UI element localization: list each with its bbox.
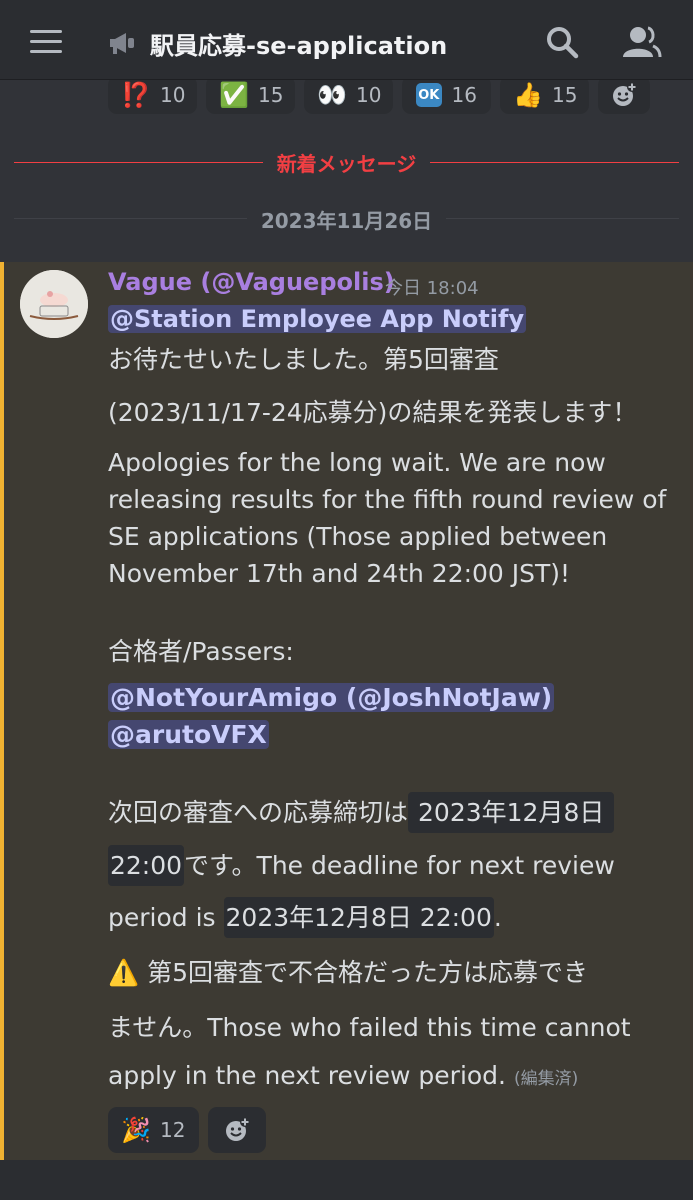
message-timestamp: 今日 18:04 [385, 278, 479, 299]
deadline-line3-suffix: . [493, 903, 502, 932]
eyes-icon: 👀 [317, 81, 347, 109]
reaction-interrobang[interactable]: ⁉️ 10 [108, 76, 197, 114]
deadline-prefix: 次回の審査への応募締切は [108, 798, 409, 827]
ok-button-icon: OK [416, 83, 442, 107]
add-reaction-button[interactable] [208, 1107, 266, 1153]
reaction-thumbs-up[interactable]: 👍 15 [500, 76, 589, 114]
deadline-mid: です。The deadline for next review [184, 851, 615, 880]
message-reactions: 🎉 12 [108, 1107, 266, 1153]
reaction-eyes[interactable]: 👀 10 [304, 76, 393, 114]
deadline-line-1: 次回の審査への応募締切は 2023年12月8日 [108, 792, 615, 833]
channel-header: 駅員応募-se-application [0, 0, 693, 80]
thumbs-up-icon: 👍 [513, 81, 543, 109]
warning-text-jp: 第5回審査で不合格だった方は応募でき [147, 958, 589, 987]
user-mention[interactable]: @arutoVFX [108, 720, 269, 749]
message-text-jp2: (2023/11/17-24応募分)の結果を発表します！ [108, 398, 638, 427]
members-icon[interactable] [620, 24, 662, 60]
avatar[interactable] [20, 270, 88, 338]
reaction-count: 12 [160, 1118, 186, 1142]
add-reaction-button[interactable] [598, 76, 650, 114]
reaction-count: 15 [258, 83, 284, 107]
hamburger-icon[interactable] [30, 30, 64, 54]
warning-line-2: ません。Those who failed this time cannot [108, 1013, 631, 1042]
warning-line-3: apply in the next review period. (編集済) [108, 1061, 578, 1090]
party-popper-icon: 🎉 [121, 1116, 151, 1144]
message-text-jp1: お待たせいたしました。第5回審査 [108, 345, 499, 374]
new-messages-divider: 新着メッセージ [0, 148, 693, 177]
warning-line-1: ⚠️ 第5回審査で不合格だった方は応募でき [108, 953, 588, 989]
user-mention[interactable]: @NotYourAmigo (@JoshNotJaw) [108, 683, 555, 712]
edited-label: (編集済) [513, 1069, 579, 1089]
deadline-date-code: 2023年12月8日 [408, 792, 615, 833]
reaction-check[interactable]: ✅ 15 [206, 76, 295, 114]
date-label: 2023年11月26日 [246, 209, 447, 233]
deadline-line-3: period is 2023年12月8日 22:00. [108, 897, 502, 938]
role-mention-line: @Station Employee App Notify [108, 305, 527, 333]
reaction-count: 16 [451, 83, 477, 107]
message-text-en2: releasing results for the fifth round re… [108, 485, 667, 514]
deadline-time-code: 22:00 [108, 845, 185, 886]
warning-icon: ⚠️ [108, 958, 140, 987]
search-icon[interactable] [544, 24, 580, 60]
message-author[interactable]: Vague (@Vaguepolis) [108, 268, 395, 296]
passers-label: 合格者/Passers: [108, 637, 294, 666]
bottom-bar [0, 1160, 693, 1200]
check-mark-icon: ✅ [219, 81, 249, 109]
megaphone-icon [110, 33, 134, 54]
message-text-en1: Apologies for the long wait. We are now [108, 448, 606, 477]
new-messages-label: 新着メッセージ [262, 152, 431, 176]
message-text-en4: November 17th and 24th 22:00 JST)! [108, 559, 571, 588]
add-reaction-icon [613, 82, 637, 106]
channel-name: 駅員応募-se-application [150, 32, 448, 60]
interrobang-icon: ⁉️ [121, 81, 151, 109]
deadline-line3-prefix: period is [108, 903, 224, 932]
passer-mention-line-1: @NotYourAmigo (@JoshNotJaw) [108, 683, 555, 712]
date-divider: 2023年11月26日 [0, 205, 693, 234]
message-text-en3: SE applications (Those applied between [108, 522, 608, 551]
add-reaction-icon [226, 1117, 250, 1141]
avatar-image [20, 270, 88, 338]
passer-mention-line-2: @arutoVFX [108, 720, 269, 749]
reaction-count: 10 [356, 83, 382, 107]
reaction-party-popper[interactable]: 🎉 12 [108, 1107, 199, 1153]
deadline-datetime-code: 2023年12月8日 22:00 [223, 897, 494, 938]
reaction-count: 10 [160, 83, 186, 107]
deadline-line-2: 22:00です。The deadline for next review [108, 845, 615, 886]
reaction-count: 15 [552, 83, 578, 107]
warning-text-en: apply in the next review period. [108, 1061, 506, 1090]
reaction-ok[interactable]: OK 16 [402, 76, 491, 114]
role-mention[interactable]: @Station Employee App Notify [108, 305, 527, 333]
previous-reactions: ⁉️ 10 ✅ 15 👀 10 OK 16 👍 15 [108, 76, 650, 114]
